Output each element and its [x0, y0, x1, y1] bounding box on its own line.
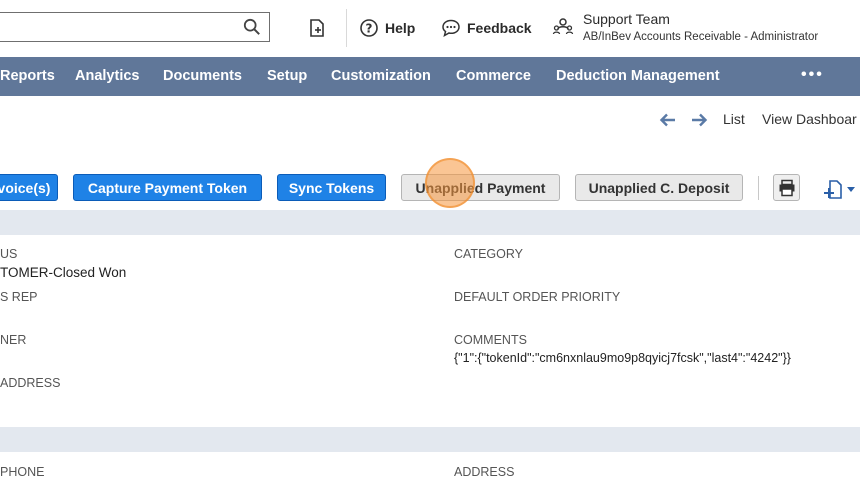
svg-text:?: ?	[366, 22, 373, 36]
section-header-secondary	[0, 427, 860, 452]
recent-records-icon[interactable]	[307, 18, 327, 38]
nav-item-reports[interactable]: Reports	[0, 57, 55, 96]
comments-value: {"1":{"tokenId":"cm6nxnlau9mo9p8qyicj7fc…	[454, 351, 791, 365]
partner-label: NER	[0, 333, 27, 347]
nav-item-documents[interactable]: Documents	[163, 57, 242, 96]
previous-arrow-icon[interactable]	[659, 112, 677, 128]
sync-tokens-button[interactable]: Sync Tokens	[277, 174, 386, 201]
address-label-left: ADDRESS	[0, 376, 61, 390]
feedback-link[interactable]: Feedback	[441, 18, 532, 38]
nav-item-commerce[interactable]: Commerce	[456, 57, 531, 96]
nav-item-analytics[interactable]: Analytics	[75, 57, 139, 96]
feedback-icon	[442, 19, 460, 37]
help-label: Help	[385, 20, 416, 36]
user-role[interactable]: AB/InBev Accounts Receivable - Administr…	[583, 31, 818, 43]
sales-rep-label: S REP	[0, 290, 38, 304]
status-label: US	[0, 247, 18, 261]
view-dashboard-link[interactable]: View Dashboar	[762, 111, 857, 127]
nav-more-menu[interactable]: •••	[801, 57, 824, 96]
main-navigation: Reports Analytics Documents Setup Custom…	[0, 57, 860, 96]
comments-label: COMMENTS	[454, 333, 527, 347]
role-switch-icon[interactable]	[552, 16, 574, 38]
address-label: ADDRESS	[454, 465, 515, 479]
user-name[interactable]: Support Team	[583, 11, 670, 27]
new-record-menu[interactable]	[823, 179, 857, 201]
category-label: CATEGORY	[454, 247, 523, 261]
invoices-button[interactable]: voice(s)	[0, 174, 58, 201]
nav-item-customization[interactable]: Customization	[331, 57, 431, 96]
list-link[interactable]: List	[723, 111, 745, 127]
search-icon[interactable]	[243, 18, 261, 36]
default-order-priority-label: DEFAULT ORDER PRIORITY	[454, 290, 621, 304]
phone-label: PHONE	[0, 465, 45, 479]
print-button[interactable]	[773, 174, 800, 201]
help-icon: ?	[360, 19, 378, 37]
feedback-label: Feedback	[467, 20, 532, 36]
help-link[interactable]: ? Help	[359, 18, 415, 38]
click-highlight	[425, 158, 475, 208]
capture-payment-token-button[interactable]: Capture Payment Token	[73, 174, 262, 201]
next-arrow-icon[interactable]	[690, 112, 708, 128]
nav-item-deduction-management[interactable]: Deduction Management	[556, 57, 720, 96]
status-value: TOMER-Closed Won	[0, 265, 127, 280]
print-icon	[779, 179, 795, 197]
nav-item-setup[interactable]: Setup	[267, 57, 307, 96]
section-header-primary	[0, 210, 860, 235]
caret-down-icon	[847, 187, 855, 192]
global-search-input[interactable]	[0, 12, 270, 42]
button-divider	[758, 176, 759, 200]
header-divider	[346, 9, 347, 47]
unapplied-deposit-button[interactable]: Unapplied C. Deposit	[575, 174, 743, 201]
add-document-icon	[824, 180, 842, 199]
